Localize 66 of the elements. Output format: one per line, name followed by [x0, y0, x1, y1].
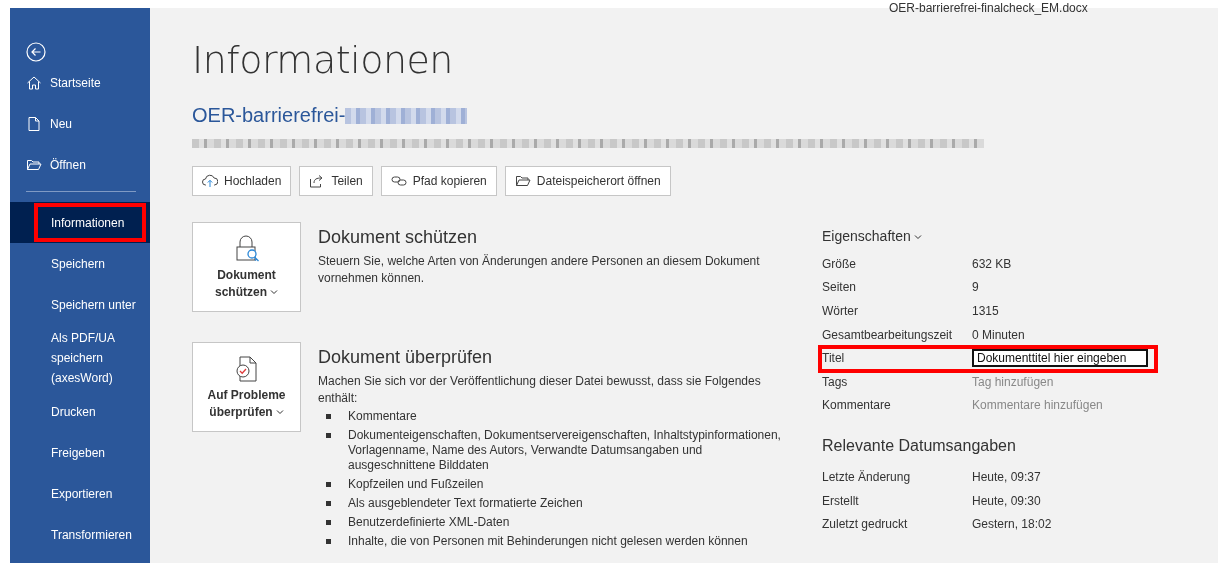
sidebar-item[interactable]: Als PDF/UA speichern (axesWord): [10, 325, 150, 391]
bullet-icon: [326, 520, 331, 525]
bullet-icon: [326, 539, 331, 544]
property-label: Gesamtbearbeitungszeit: [822, 327, 954, 342]
action-button[interactable]: Pfad kopieren: [380, 166, 497, 196]
property-label: Tags: [822, 374, 849, 389]
property-value: 632 KB: [972, 256, 1012, 271]
caret-icon: [270, 289, 278, 296]
sidebar-item[interactable]: Speichern: [10, 243, 150, 284]
sidebar-item[interactable]: Neu: [10, 103, 150, 144]
section-heading: Dokument schützen: [318, 227, 479, 248]
page-title: Informationen: [192, 38, 454, 82]
sidebar-item[interactable]: Startseite: [10, 62, 150, 103]
home-icon: [26, 74, 42, 91]
document-check-icon: [233, 353, 260, 384]
bullet-icon: [326, 414, 331, 419]
file-name: OER-barrierefrei-finalcheck_EM.docx: [889, 1, 1088, 15]
sidebar-item[interactable]: Öffnen: [10, 144, 150, 185]
property-label: Größe: [822, 256, 857, 271]
bullet-icon: [326, 501, 331, 506]
caret-icon: [913, 234, 922, 241]
sidebar-item[interactable]: Drucken: [10, 391, 150, 432]
property-label: Wörter: [822, 304, 859, 318]
date-label: Zuletzt gedruckt: [822, 517, 909, 532]
link-icon: [390, 174, 407, 188]
section-description: Machen Sie sich vor der Veröffentlichung dieser Datei bewusst, dass sie Folgendes enthält:: [318, 373, 762, 407]
date-value: Heute, 09:30: [972, 493, 1041, 508]
section-button[interactable]: Dokument schützen: [192, 222, 301, 312]
back-button[interactable]: [26, 42, 46, 62]
list-item: Dokumenteigenschaften, Dokumentservereigenschaften, Inhaltstypinformationen, Vorlagenname, Name des Autors, Verwandte Datumsangaben und ausgeschnittene Bilddaten: [348, 428, 782, 473]
date-label: Erstellt: [822, 493, 860, 508]
cloud-upload-icon: [202, 174, 218, 188]
bullet-icon: [326, 482, 331, 487]
section-button[interactable]: Auf Probleme überprüfen: [192, 342, 301, 432]
property-value: 9: [972, 280, 979, 295]
list-item: Benutzerdefinierte XML-Daten: [348, 515, 510, 530]
list-item: Kopfzeilen und Fußzeilen: [348, 477, 484, 492]
action-button[interactable]: Hochladen: [192, 166, 292, 196]
document-icon: [26, 115, 42, 132]
action-button[interactable]: Teilen: [299, 166, 373, 196]
list-item: Als ausgeblendeter Text formatierte Zeichen: [348, 496, 583, 511]
sidebar-item[interactable]: Exportieren: [10, 473, 150, 514]
sidebar-item[interactable]: Transformieren: [10, 514, 150, 555]
sidebar-item[interactable]: Speichern unter: [10, 284, 150, 325]
date-value: Heute, 09:37: [972, 469, 1041, 484]
title-field[interactable]: Dokumenttitel hier eingeben: [972, 349, 1148, 368]
list-item: Kommentare: [348, 409, 417, 424]
property-label: Titel: [822, 351, 846, 366]
caret-icon: [275, 409, 284, 416]
property-label: Kommentare: [822, 398, 892, 413]
action-button[interactable]: Dateispeicherort öffnen: [504, 166, 671, 196]
section-description: Steuern Sie, welche Arten von Änderungen andere Personen an diesem Dokument vornehmen können.: [318, 253, 761, 287]
date-value: Gestern, 18:02: [972, 517, 1052, 532]
property-label: Seiten: [822, 280, 858, 295]
document-name: OER-barrierefrei-: [192, 104, 346, 127]
dates-heading: Relevante Datumsangaben: [822, 437, 1017, 456]
bullet-icon: [326, 433, 331, 438]
date-label: Letzte Änderung: [822, 469, 912, 484]
section-heading: Dokument überprüfen: [318, 347, 494, 368]
property-value: 0 Minuten: [972, 327, 1025, 342]
folder-icon: [514, 174, 531, 188]
properties-heading[interactable]: Eigenschaften: [822, 228, 1152, 244]
sidebar-item[interactable]: Freigeben: [10, 432, 150, 473]
property-value: 1315: [972, 304, 999, 318]
list-item: Inhalte, die von Personen mit Behinderungen nicht gelesen werden können: [348, 534, 748, 549]
sidebar-item[interactable]: Informationen: [10, 202, 150, 243]
